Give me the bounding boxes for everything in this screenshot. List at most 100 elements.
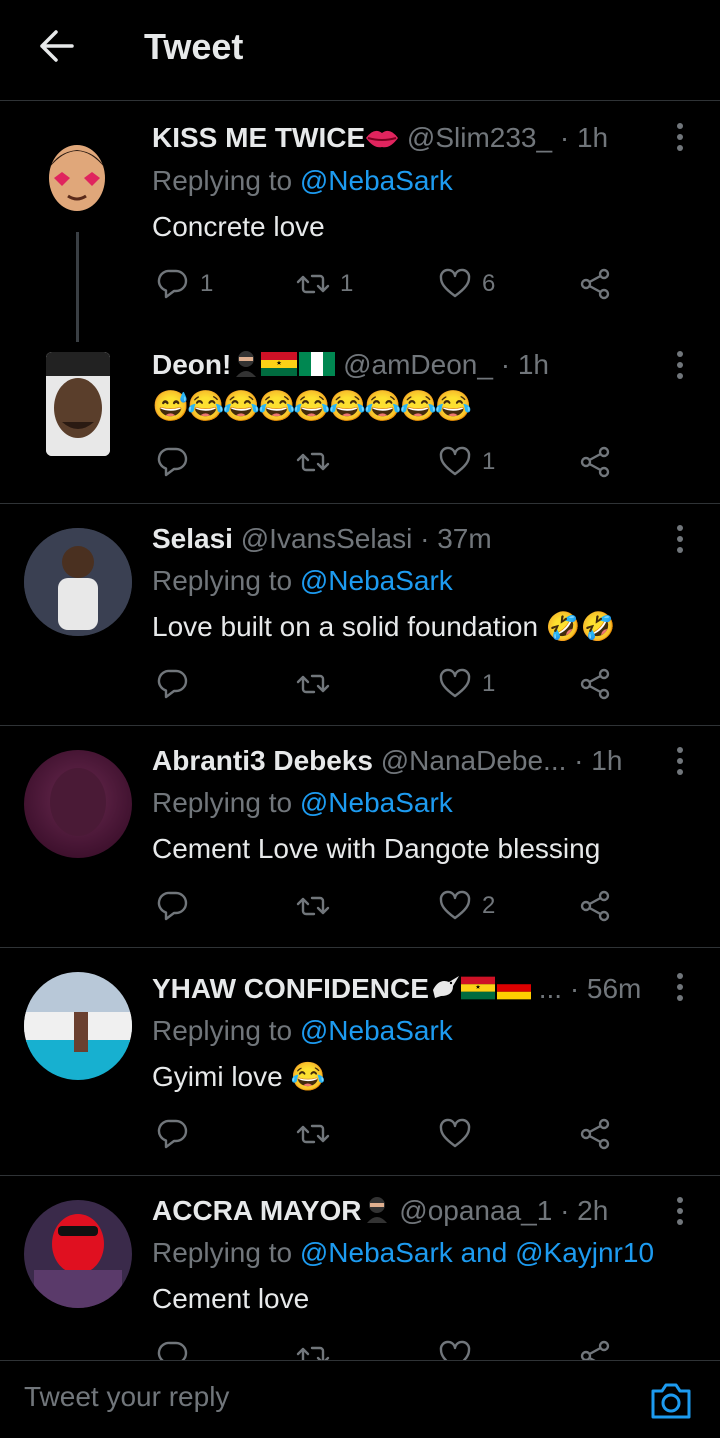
like-button[interactable]: 2	[438, 886, 495, 926]
mention-link[interactable]: @NebaSark	[300, 1237, 453, 1268]
mention-link[interactable]: @NebaSark	[300, 165, 453, 196]
action-bar	[152, 1114, 632, 1154]
divider	[0, 947, 720, 948]
share-button[interactable]	[578, 1114, 612, 1154]
author-name[interactable]: ACCRA MAYOR	[152, 1195, 362, 1226]
share-icon	[578, 667, 612, 701]
mention-link[interactable]: @Kayjnr10	[515, 1237, 654, 1268]
tweet-text: Cement Love with Dangote blessing	[152, 833, 601, 864]
tweet-header: Selasi @IvansSelasi · 37m	[152, 522, 640, 556]
author-handle[interactable]: ...	[539, 973, 562, 1004]
author-name[interactable]: Selasi	[152, 523, 233, 554]
mention-link[interactable]: @NebaSark	[300, 1015, 453, 1046]
tweet-text: Love built on a solid foundation 🤣🤣	[152, 611, 616, 642]
author-handle[interactable]: @Slim233_	[407, 122, 552, 153]
share-icon	[578, 1117, 612, 1151]
share-button[interactable]	[578, 886, 612, 926]
camera-icon[interactable]	[650, 1381, 692, 1421]
reply-icon	[156, 445, 190, 479]
germany-flag-icon	[496, 974, 531, 1008]
ghana-flag-icon	[460, 974, 495, 1008]
retweet-button[interactable]	[296, 886, 340, 926]
author-handle[interactable]: @amDeon_	[343, 349, 493, 380]
back-arrow-icon[interactable]	[36, 26, 76, 66]
tweet-text: Concrete love	[152, 211, 325, 242]
more-options-icon[interactable]	[668, 522, 692, 556]
like-button[interactable]	[438, 1114, 482, 1154]
top-bar: Tweet	[0, 0, 720, 101]
like-count: 6	[482, 270, 496, 297]
author-handle[interactable]: @IvansSelasi	[241, 523, 413, 554]
more-options-icon[interactable]	[668, 744, 692, 778]
timestamp[interactable]: · 1h	[574, 745, 622, 776]
retweet-button[interactable]	[296, 442, 340, 482]
author-handle[interactable]: @opanaa_1	[399, 1195, 552, 1226]
like-icon	[438, 445, 472, 479]
reply-button[interactable]	[156, 886, 200, 926]
retweet-count: 1	[340, 270, 354, 297]
reply-button[interactable]	[156, 664, 200, 704]
reply-icon	[156, 267, 190, 301]
mention-link[interactable]: @NebaSark	[300, 787, 453, 818]
reply-count: 1	[200, 270, 214, 297]
timestamp[interactable]: · 37m	[420, 523, 492, 554]
share-button[interactable]	[578, 664, 612, 704]
mention-conjunction: and	[460, 1237, 508, 1268]
timestamp[interactable]: · 56m	[570, 973, 640, 1004]
retweet-button[interactable]	[296, 1114, 340, 1154]
retweet-button[interactable]	[296, 664, 340, 704]
action-bar: 2	[152, 886, 632, 926]
retweet-button[interactable]: 1	[296, 264, 353, 304]
share-icon	[578, 267, 612, 301]
retweet-icon	[296, 445, 330, 479]
reply-composer[interactable]: Tweet your reply	[0, 1360, 720, 1438]
timestamp[interactable]: · 1h	[560, 122, 608, 153]
avatar[interactable]	[24, 972, 132, 1080]
tweet-header: Abranti3 Debeks @NanaDebe... · 1h	[152, 744, 640, 778]
replying-to: Replying to @NebaSark	[152, 565, 453, 596]
thread-line	[76, 232, 79, 342]
mention-link[interactable]: @NebaSark	[300, 565, 453, 596]
reply-button[interactable]	[156, 442, 200, 482]
share-button[interactable]	[578, 264, 612, 304]
action-bar: 1	[152, 664, 632, 704]
more-options-icon[interactable]	[668, 120, 692, 154]
like-button[interactable]: 1	[438, 664, 495, 704]
replying-to: Replying to @NebaSark	[152, 787, 453, 818]
replying-to: Replying to @NebaSark and @Kayjnr10	[152, 1237, 655, 1268]
timestamp[interactable]: · 2h	[560, 1195, 608, 1226]
tweet-text: Gyimi love 😂	[152, 1061, 326, 1092]
avatar[interactable]	[24, 1200, 132, 1308]
more-options-icon[interactable]	[668, 970, 692, 1004]
avatar[interactable]	[46, 352, 110, 456]
ninja-emoji-icon	[231, 349, 261, 385]
reply-button[interactable]: 1	[156, 264, 213, 304]
like-icon	[438, 1117, 472, 1151]
reply-input[interactable]: Tweet your reply	[24, 1381, 229, 1413]
retweet-icon	[296, 667, 330, 701]
retweet-icon	[296, 1117, 330, 1151]
reply-button[interactable]	[156, 1114, 200, 1154]
page-title: Tweet	[144, 26, 244, 67]
avatar[interactable]	[46, 138, 108, 212]
nigeria-flag-icon	[299, 350, 336, 384]
ghana-flag-icon	[261, 350, 298, 384]
reply-icon	[156, 667, 190, 701]
author-name[interactable]: YHAW CONFIDENCE	[152, 973, 429, 1004]
share-button[interactable]	[578, 442, 612, 482]
like-button[interactable]: 6	[438, 264, 495, 304]
replying-to: Replying to @NebaSark	[152, 1015, 453, 1046]
more-options-icon[interactable]	[668, 348, 692, 382]
author-name[interactable]: KISS ME TWICE	[152, 122, 365, 153]
timestamp[interactable]: · 1h	[501, 349, 549, 380]
more-options-icon[interactable]	[668, 1194, 692, 1228]
author-name[interactable]: Deon!	[152, 349, 231, 380]
author-name[interactable]: Abranti3 Debeks	[152, 745, 373, 776]
avatar[interactable]	[24, 750, 132, 858]
like-button[interactable]: 1	[438, 442, 495, 482]
avatar[interactable]	[24, 528, 132, 636]
author-handle[interactable]: @NanaDebe...	[381, 745, 567, 776]
retweet-icon	[296, 267, 330, 301]
ninja-emoji-icon	[362, 1195, 392, 1231]
retweet-icon	[296, 889, 330, 923]
